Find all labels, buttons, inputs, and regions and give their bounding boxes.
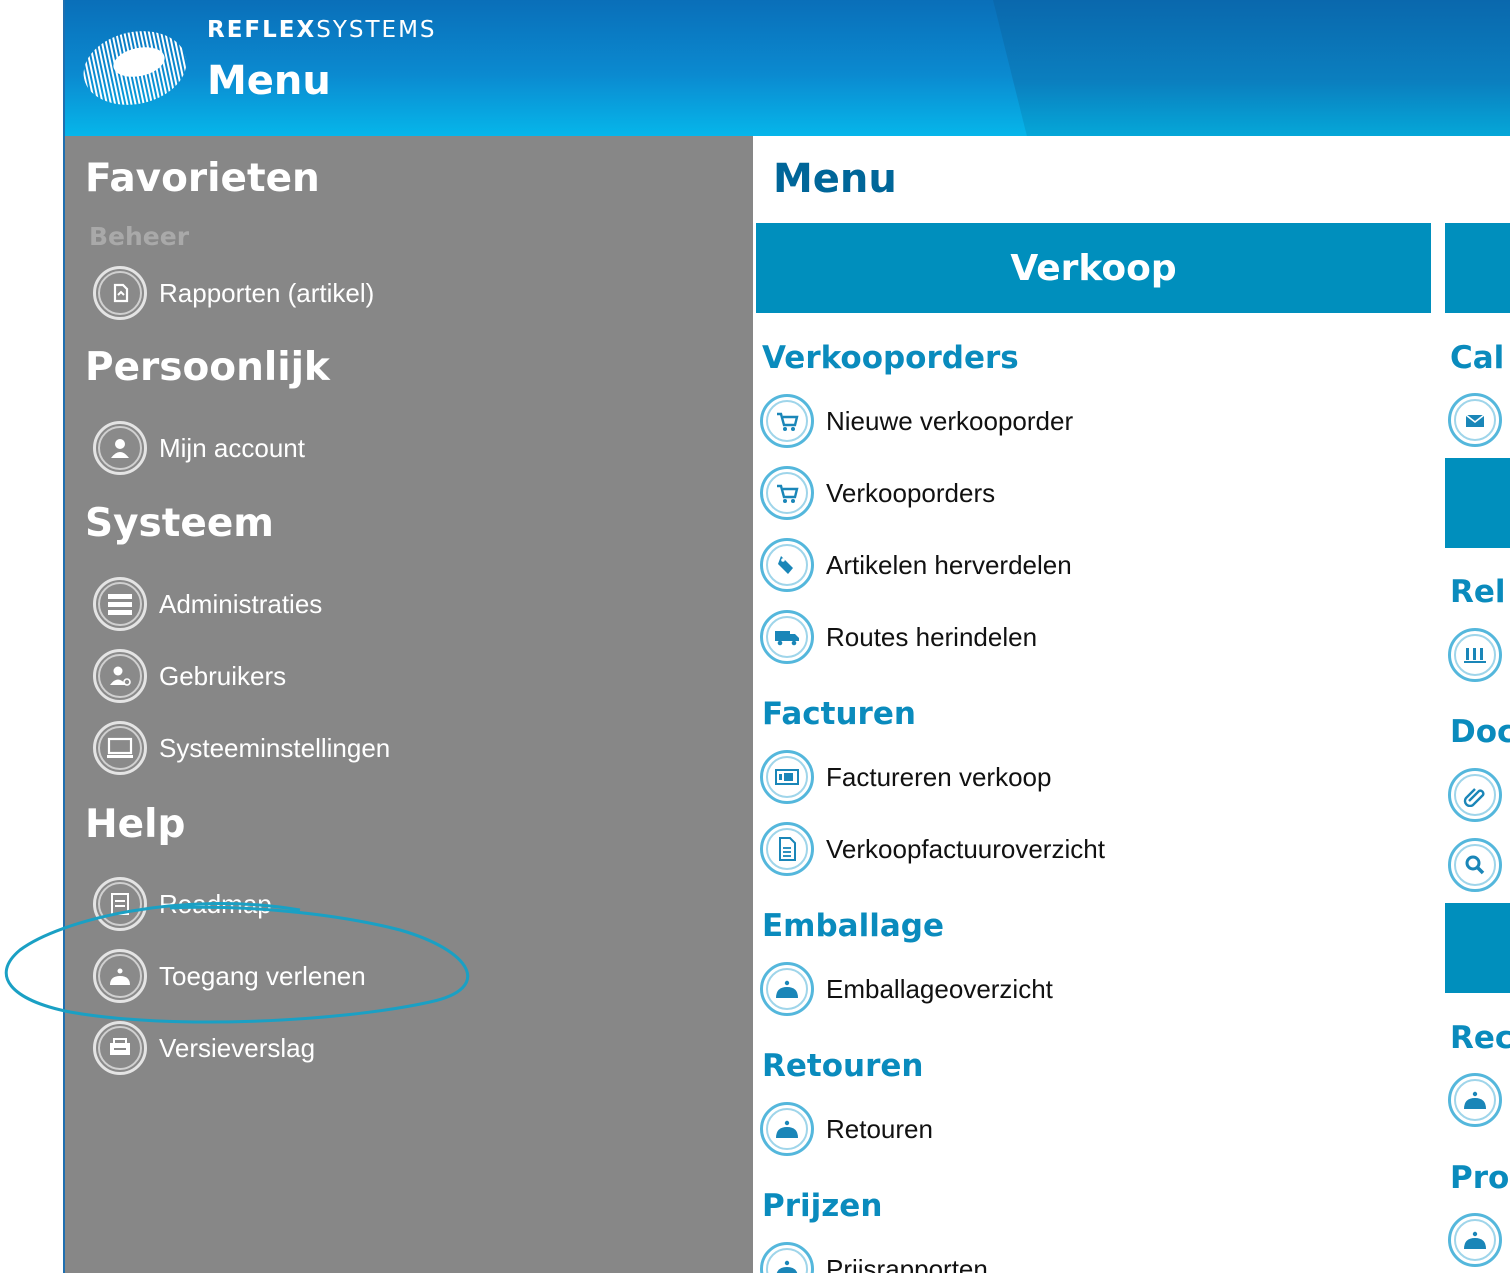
menu-item-label: Prijsrapporten — [826, 1253, 988, 1273]
main-content: Menu Verkoop Verkooporders Nieuwe verkoo… — [753, 136, 1510, 1273]
app-window: REFLEXSYSTEMS Menu Favorieten Beheer Rap… — [63, 0, 1510, 1273]
bell-icon — [760, 1102, 814, 1156]
bell-icon — [760, 1242, 814, 1273]
sidebar-item-label: Roadmap — [159, 888, 272, 919]
cart-icon — [760, 394, 814, 448]
roadmap-icon — [93, 877, 147, 931]
report-icon — [93, 266, 147, 320]
menu-item-prijsrapporten[interactable]: Prijsrapporten — [760, 1241, 988, 1273]
sidebar-heading-persoonlijk: Persoonlijk — [85, 345, 330, 390]
header-decoration — [993, 0, 1510, 136]
sidebar-item-roadmap[interactable]: Roadmap — [93, 875, 272, 933]
header-title: Menu — [207, 58, 331, 104]
section-heading-facturen: Facturen — [762, 696, 916, 732]
section-heading-col2-3: Doc — [1450, 714, 1510, 750]
section-heading-emballage: Emballage — [762, 908, 944, 944]
list-icon — [93, 577, 147, 631]
sidebar-item-rapporten-artikel[interactable]: Rapporten (artikel) — [93, 264, 374, 322]
menu-item-col2-2[interactable] — [1448, 627, 1502, 683]
menu-item-label: Verkooporders — [826, 477, 996, 508]
menu-item-verkooporders[interactable]: Verkooporders — [760, 465, 995, 521]
bell-icon — [1448, 1073, 1502, 1127]
sidebar-item-toegang-verlenen[interactable]: Toegang verlenen — [93, 947, 366, 1005]
monitor-icon — [93, 721, 147, 775]
document-icon — [760, 822, 814, 876]
menu-item-retouren[interactable]: Retouren — [760, 1101, 933, 1157]
sidebar: Favorieten Beheer Rapporten (artikel) Pe… — [65, 136, 753, 1273]
menu-item-label: Emballageoverzicht — [826, 973, 1053, 1004]
column-banner-3-partial[interactable] — [1445, 458, 1510, 548]
users-icon — [93, 649, 147, 703]
sidebar-item-label: Toegang verlenen — [159, 960, 366, 991]
sidebar-item-gebruikers[interactable]: Gebruikers — [93, 647, 286, 705]
invoice-icon — [760, 750, 814, 804]
menu-item-col2-6[interactable] — [1448, 1212, 1502, 1268]
column-banner-verkoop[interactable]: Verkoop — [756, 223, 1431, 313]
version-icon — [93, 1021, 147, 1075]
bell-icon — [1448, 1213, 1502, 1267]
sidebar-item-label: Mijn account — [159, 432, 305, 463]
sidebar-item-versieverslag[interactable]: Versieverslag — [93, 1019, 315, 1077]
section-heading-col2-1: Cal — [1450, 340, 1505, 376]
menu-item-routes-herindelen[interactable]: Routes herindelen — [760, 609, 1037, 665]
menu-item-factureren-verkoop[interactable]: Factureren verkoop — [760, 749, 1051, 805]
column-banner-2-partial[interactable] — [1445, 223, 1510, 313]
main-title: Menu — [773, 156, 897, 202]
section-heading-verkooporders: Verkooporders — [762, 340, 1019, 376]
sidebar-item-label: Gebruikers — [159, 660, 287, 691]
menu-item-label: Factureren verkoop — [826, 761, 1052, 792]
tag-icon — [760, 538, 814, 592]
menu-item-emballageoverzicht[interactable]: Emballageoverzicht — [760, 961, 1053, 1017]
menu-item-verkoopfactuuroverzicht[interactable]: Verkoopfactuuroverzicht — [760, 821, 1105, 877]
menu-item-col2-5[interactable] — [1448, 1072, 1502, 1128]
menu-item-col2-3[interactable] — [1448, 767, 1502, 823]
menu-item-nieuwe-verkooporder[interactable]: Nieuwe verkooporder — [760, 393, 1073, 449]
sidebar-heading-systeem: Systeem — [85, 501, 274, 546]
search-icon — [1448, 838, 1502, 892]
truck-icon — [760, 610, 814, 664]
sidebar-item-label: Systeeminstellingen — [159, 732, 391, 763]
cart-icon — [760, 466, 814, 520]
section-heading-col2-2: Rel — [1450, 574, 1506, 610]
menu-item-label: Retouren — [826, 1113, 933, 1144]
sidebar-item-mijn-account[interactable]: Mijn account — [93, 419, 305, 477]
app-header: REFLEXSYSTEMS Menu — [65, 0, 1510, 136]
sidebar-item-label: Versieverslag — [159, 1032, 316, 1063]
menu-item-label: Verkoopfactuuroverzicht — [826, 833, 1105, 864]
sidebar-heading-help: Help — [85, 802, 186, 847]
menu-item-label: Artikelen herverdelen — [826, 549, 1072, 580]
sidebar-subheading-beheer: Beheer — [89, 222, 190, 251]
sidebar-item-administraties[interactable]: Administraties — [93, 575, 322, 633]
bell-icon — [760, 962, 814, 1016]
menu-item-artikelen-herverdelen[interactable]: Artikelen herverdelen — [760, 537, 1072, 593]
brand-name: REFLEXSYSTEMS — [207, 17, 437, 43]
user-icon — [93, 421, 147, 475]
sidebar-heading-favorieten: Favorieten — [85, 156, 320, 201]
people-icon — [1448, 628, 1502, 682]
section-heading-col2-5: Pro — [1450, 1160, 1510, 1196]
section-heading-col2-4: Rec — [1450, 1020, 1510, 1056]
section-heading-prijzen: Prijzen — [762, 1188, 883, 1224]
sidebar-item-label: Rapporten (artikel) — [159, 277, 375, 308]
sidebar-item-label: Administraties — [159, 588, 323, 619]
menu-item-label: Routes herindelen — [826, 621, 1038, 652]
paperclip-icon — [1448, 768, 1502, 822]
menu-item-col2-4[interactable] — [1448, 837, 1502, 893]
menu-item-label: Nieuwe verkooporder — [826, 405, 1074, 436]
access-icon — [93, 949, 147, 1003]
reflex-logo-icon — [83, 31, 187, 105]
column-banner-4-partial[interactable] — [1445, 903, 1510, 993]
mail-icon — [1448, 393, 1502, 447]
section-heading-retouren: Retouren — [762, 1048, 924, 1084]
sidebar-item-systeeminstellingen[interactable]: Systeeminstellingen — [93, 719, 390, 777]
menu-item-col2-1[interactable] — [1448, 392, 1502, 448]
